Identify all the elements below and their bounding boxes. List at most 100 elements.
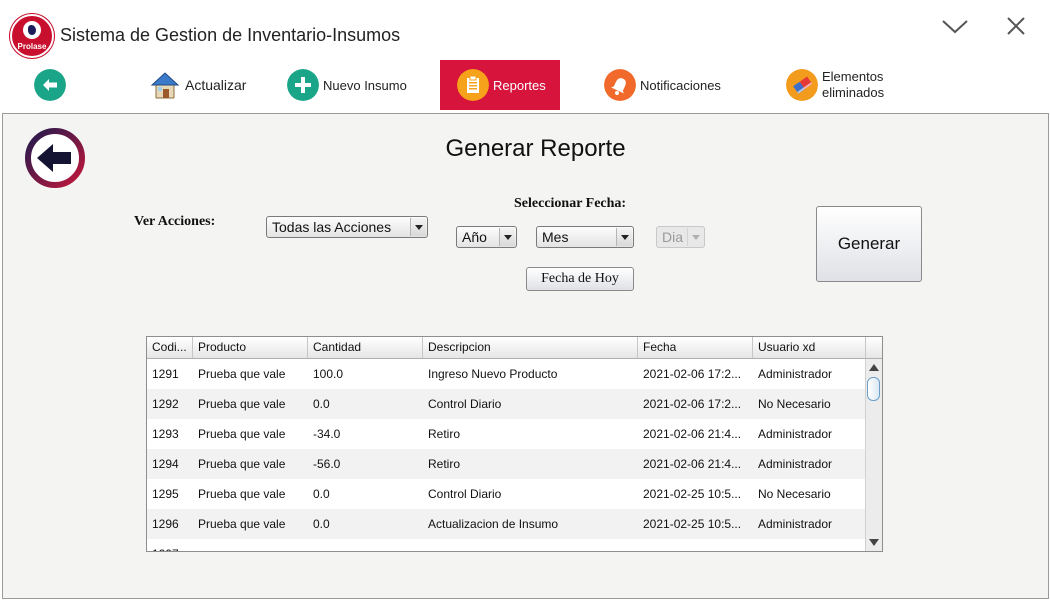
- nav-elementos-eliminados[interactable]: Elementos eliminados: [786, 60, 884, 110]
- cell-usuario: Administrador: [758, 427, 833, 441]
- close-button[interactable]: [1001, 12, 1031, 42]
- column-header-usuario[interactable]: Usuario xd: [753, 337, 866, 358]
- column-header-cantidad[interactable]: Cantidad: [308, 337, 423, 358]
- cell-producto: Prueba que vale: [198, 367, 286, 381]
- cell-producto: Prueba que vale: [198, 517, 286, 531]
- cell-codigo: 1295: [152, 487, 179, 501]
- cell-cantidad: 0.0: [313, 517, 330, 531]
- table-row[interactable]: 1294 Prueba que vale -56.0 Retiro 2021-0…: [147, 449, 865, 479]
- table-row[interactable]: 1296 Prueba que vale 0.0 Actualizacion d…: [147, 509, 865, 539]
- cell-fecha: 2021-02-06 17:2...: [643, 367, 742, 381]
- cell-usuario: No Necesario: [758, 487, 831, 501]
- cell-descripcion: Retiro: [428, 427, 461, 441]
- app-logo: Prolase: [10, 14, 54, 58]
- nav-reportes[interactable]: Reportes: [440, 60, 560, 110]
- scroll-up-icon[interactable]: [869, 364, 879, 371]
- page-title-wrap: Generar Reporte: [3, 135, 1048, 163]
- cell-usuario: Administrador: [758, 517, 833, 531]
- cell-cantidad: -56.0: [313, 457, 341, 471]
- dia-select[interactable]: Dia: [656, 226, 705, 248]
- chevron-down-icon: [687, 228, 703, 246]
- table-header: Codi... Producto Cantidad Descripcion Fe…: [147, 337, 882, 359]
- nav-reportes-label: Reportes: [493, 77, 546, 93]
- chevron-down-icon: [410, 218, 426, 236]
- page-title: Generar Reporte: [445, 135, 626, 162]
- cell-codigo: 1291: [152, 367, 179, 381]
- nav-actualizar[interactable]: Actualizar: [149, 60, 246, 110]
- cell-fecha: 2021-02-06 17:2...: [643, 397, 742, 411]
- table-row[interactable]: 1295 Prueba que vale 0.0 Control Diario …: [147, 479, 865, 509]
- nav-nuevo-insumo-label: Nuevo Insumo: [323, 77, 407, 93]
- dia-select-value: Dia: [662, 229, 684, 245]
- nav-actualizar-label: Actualizar: [185, 77, 247, 93]
- scroll-down-icon[interactable]: [869, 539, 879, 546]
- table-row[interactable]: 1292 Prueba que vale 0.0 Control Diario …: [147, 389, 865, 419]
- cell-cantidad: 100.0: [313, 367, 344, 381]
- generar-button[interactable]: Generar: [816, 206, 922, 282]
- cell-fecha: 2021-02-25 10:5...: [643, 487, 742, 501]
- column-header-producto[interactable]: Producto: [193, 337, 308, 358]
- cell-cantidad: 0.0: [313, 397, 330, 411]
- arrow-left-icon: [34, 69, 66, 101]
- eraser-icon: [786, 69, 818, 101]
- seleccionar-fecha-label: Seleccionar Fecha:: [514, 196, 627, 211]
- house-icon: [150, 72, 180, 99]
- nav-back-button[interactable]: [34, 60, 70, 110]
- cell-codigo: 1293: [152, 427, 179, 441]
- cell-descripcion: Actualizacion de Insumo: [428, 517, 559, 531]
- actions-table: Codi... Producto Cantidad Descripcion Fe…: [146, 336, 883, 552]
- mes-select[interactable]: Mes: [536, 226, 634, 248]
- logo-mark-icon: [23, 21, 41, 39]
- clipboard-icon: [457, 69, 489, 101]
- cell-fecha: 2021-02-06 21:4...: [643, 457, 742, 471]
- acciones-select[interactable]: Todas las Acciones: [266, 216, 428, 238]
- table-row[interactable]: 1291 Prueba que vale 100.0 Ingreso Nuevo…: [147, 359, 865, 389]
- title-bar: Prolase Sistema de Gestion de Inventario…: [0, 0, 1050, 60]
- ver-acciones-label: Ver Acciones:: [134, 214, 216, 229]
- cell-producto: Prueba que vale: [198, 487, 286, 501]
- cell-codigo: 1292: [152, 397, 179, 411]
- cell-fecha: 2021-02-25 10:5...: [643, 517, 742, 531]
- nav-notificaciones[interactable]: Notificaciones: [604, 60, 721, 110]
- bell-icon: [604, 69, 636, 101]
- report-panel: Generar Reporte Ver Acciones: Todas las …: [2, 113, 1049, 599]
- table-row[interactable]: 1293 Prueba que vale -34.0 Retiro 2021-0…: [147, 419, 865, 449]
- nav-eliminados-line2: eliminados: [822, 85, 885, 100]
- anio-select[interactable]: Año: [456, 226, 517, 248]
- cell-codigo: 1296: [152, 517, 179, 531]
- nav-bar: Actualizar Nuevo Insumo Reportes Notific…: [0, 60, 1050, 112]
- cell-fecha: 2021-02-06 21:4...: [643, 427, 742, 441]
- column-header-descripcion[interactable]: Descripcion: [423, 337, 638, 358]
- cell-producto: Prueba que vale: [198, 457, 286, 471]
- cell-cantidad: 0.0: [313, 487, 330, 501]
- logo-text: Prolase: [17, 42, 47, 51]
- nav-eliminados-line1: Elementos: [822, 69, 884, 84]
- nav-nuevo-insumo[interactable]: Nuevo Insumo: [287, 60, 407, 110]
- cell-producto: Prueba que vale: [198, 427, 286, 441]
- cell-cantidad: -34.0: [313, 427, 341, 441]
- cell-descripcion: Retiro: [428, 457, 461, 471]
- cell-usuario: No Necesario: [758, 397, 831, 411]
- plus-icon: [287, 69, 319, 101]
- column-header-codigo[interactable]: Codi...: [147, 337, 193, 358]
- cell-usuario: Administrador: [758, 367, 833, 381]
- cell-producto: Prueba que vale: [198, 397, 286, 411]
- fecha-hoy-button[interactable]: Fecha de Hoy: [526, 267, 634, 291]
- chevron-down-icon: [499, 228, 515, 246]
- table-body: 1291 Prueba que vale 100.0 Ingreso Nuevo…: [147, 359, 865, 551]
- chevron-down-icon: [616, 228, 632, 246]
- acciones-select-value: Todas las Acciones: [272, 219, 392, 235]
- cell-codigo: 1294: [152, 457, 179, 471]
- minimize-button[interactable]: [940, 12, 970, 42]
- mes-select-value: Mes: [542, 229, 569, 245]
- column-header-fecha[interactable]: Fecha: [638, 337, 753, 358]
- scrollbar-thumb[interactable]: [867, 377, 880, 401]
- app-title: Sistema de Gestion de Inventario-Insumos: [60, 25, 401, 45]
- cell-descripcion: Control Diario: [428, 487, 502, 501]
- cell-descripcion: Control Diario: [428, 397, 502, 411]
- cell-descripcion: Ingreso Nuevo Producto: [428, 367, 558, 381]
- table-scrollbar[interactable]: [865, 359, 882, 551]
- nav-elementos-eliminados-label: Elementos eliminados: [822, 69, 884, 101]
- table-row[interactable]: 1297: [147, 539, 865, 551]
- cell-usuario: Administrador: [758, 457, 833, 471]
